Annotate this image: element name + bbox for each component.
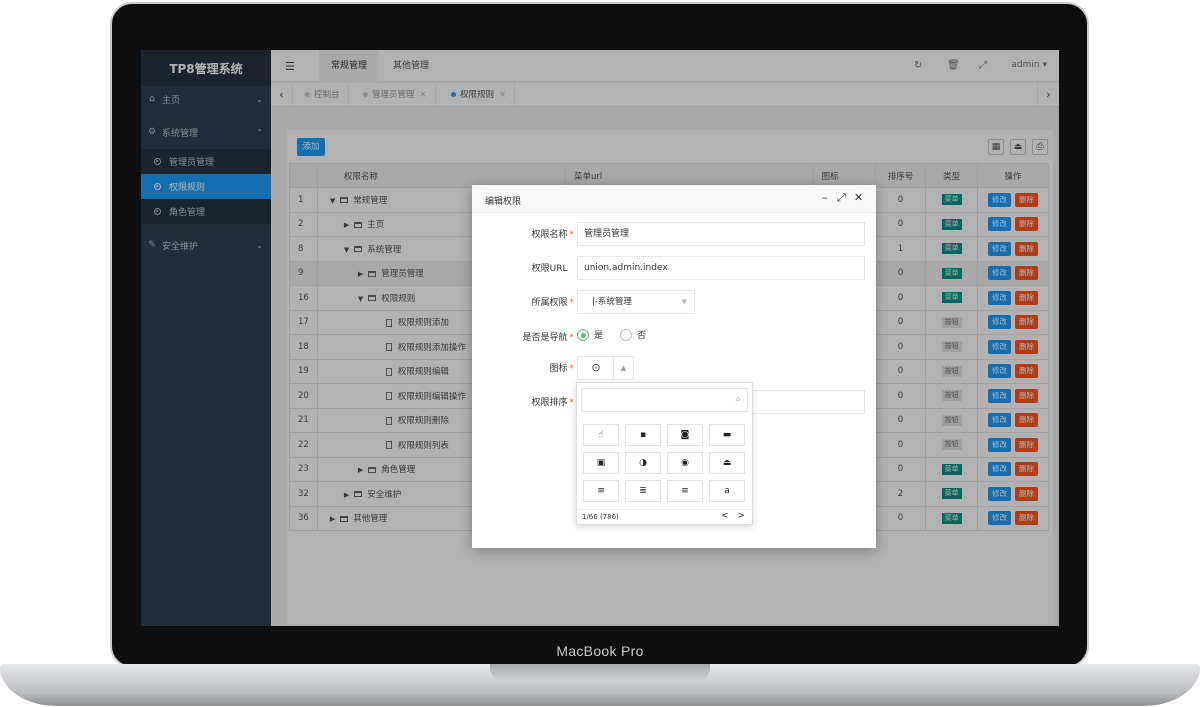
search-icon: ⌕ — [735, 394, 741, 405]
row-url: 权限URL* union.admin.index — [472, 256, 876, 280]
device-label: MacBook Pro — [556, 643, 644, 659]
selected-icon: ⊙ — [591, 361, 601, 374]
radio-yes-label: 是 — [594, 331, 604, 341]
icon-option[interactable]: ≡ — [667, 480, 703, 502]
radio-yes[interactable]: 是 — [577, 328, 603, 341]
icon-picker-field[interactable]: ⊙ ▲ — [577, 356, 634, 380]
icon-option[interactable]: ⏏ — [709, 452, 745, 474]
parent-select[interactable]: |-系统管理 ▼ — [577, 290, 695, 314]
name-label: 权限名称 * — [531, 230, 574, 240]
row-icon: 图标 * ⊙ ▲ — [472, 356, 876, 380]
url-label: 权限URL* — [531, 264, 568, 274]
radio-no-label: 否 — [637, 331, 647, 341]
icon-option[interactable]: ▪ — [625, 424, 661, 446]
row-is-nav: 是否是导航 * 是 否 — [472, 325, 876, 349]
icon-search-input[interactable]: ⌕ — [581, 388, 748, 412]
caret-up-icon[interactable]: ▲ — [613, 357, 633, 379]
dialog-title: 编辑权限 — [485, 197, 522, 207]
parent-label: 所属权限 * — [531, 298, 574, 308]
sort-label: 权限排序 * — [531, 398, 574, 408]
url-input[interactable]: union.admin.index — [577, 256, 865, 280]
icon-option[interactable]: ▬ — [709, 424, 745, 446]
caret-down-icon: ▼ — [681, 298, 687, 306]
icon-option[interactable]: ▣ — [583, 452, 619, 474]
icon-option[interactable]: ◉ — [667, 452, 703, 474]
icon-option[interactable]: ≣ — [625, 480, 661, 502]
icon-option[interactable]: ☝ — [583, 424, 619, 446]
radio-no[interactable]: 否 — [620, 328, 646, 341]
row-parent: 所属权限 * |-系统管理 ▼ — [472, 290, 876, 314]
page-nav[interactable]: < > — [721, 511, 748, 521]
screen: TP8管理系统 ⌂ 主页 ⌄ ⚙ 系统管理 ⌃ 管理员管理 权限规则 角色管理 — [141, 50, 1059, 626]
icon-option[interactable]: ◑ — [625, 452, 661, 474]
page-info: 1/66 (786) — [582, 513, 619, 521]
minimize-icon[interactable]: – — [822, 191, 828, 204]
icon-picker-footer: 1/66 (786) < > — [577, 509, 754, 525]
icon-option[interactable]: ≡ — [583, 480, 619, 502]
laptop-notch — [490, 664, 710, 682]
is-nav-label: 是否是导航 * — [522, 333, 574, 343]
icon-option[interactable]: ◙ — [667, 424, 703, 446]
name-input[interactable]: 管理员管理 — [577, 222, 865, 246]
parent-value: |-系统管理 — [592, 297, 632, 307]
icon-picker-dropdown: ⌕ ☝ ▪ ◙ ▬ ▣ ◑ ◉ ⏏ ≡ ≣ ≡ a 1/66 (786) < > — [576, 382, 754, 525]
close-icon[interactable]: ✕ — [854, 191, 863, 204]
icon-option[interactable]: a — [709, 480, 745, 502]
row-name: 权限名称 * 管理员管理 — [472, 222, 876, 246]
dialog-header: 编辑权限 – ⤢ ✕ — [472, 185, 876, 213]
radio-unchecked-icon — [620, 328, 632, 341]
radio-checked-icon — [577, 328, 589, 341]
icon-label: 图标 * — [549, 364, 574, 374]
maximize-icon[interactable]: ⤢ — [837, 191, 846, 205]
